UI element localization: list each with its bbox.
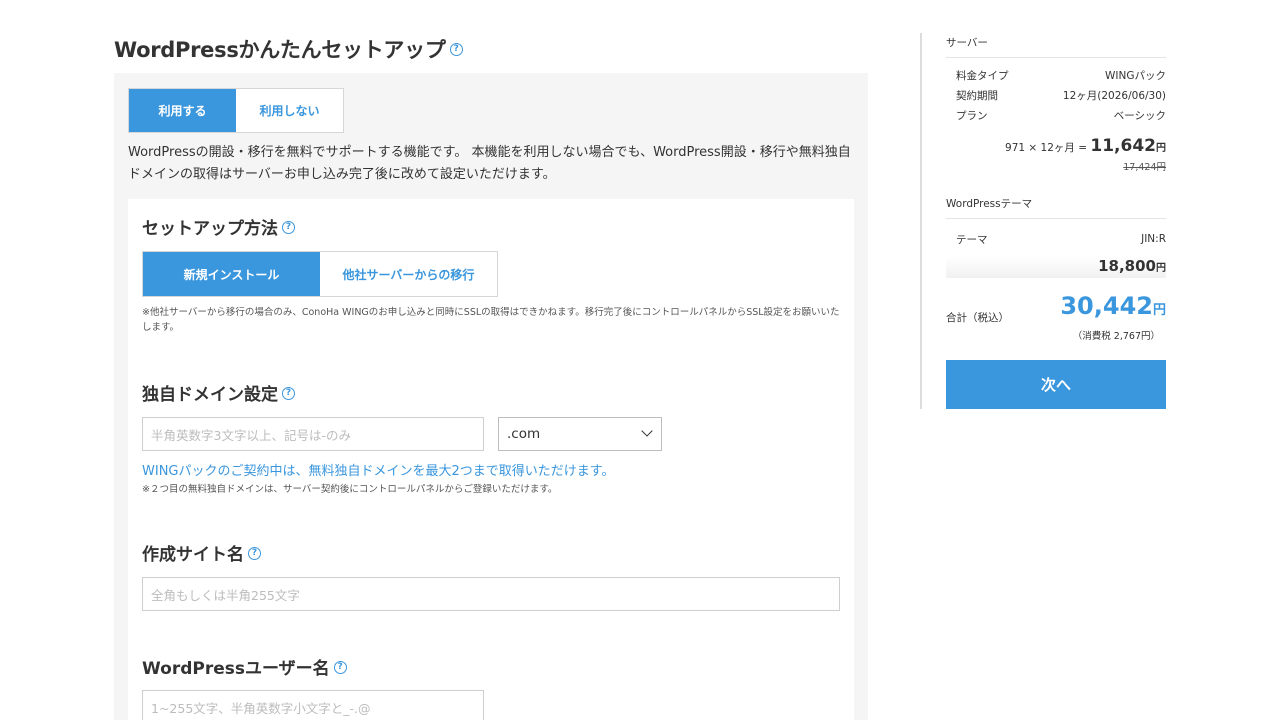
- help-icon[interactable]: ?: [248, 546, 261, 560]
- domain-input[interactable]: 半角英数字3文字以上、記号は-のみ: [142, 417, 484, 451]
- domain-setting-title-text: 独自ドメイン設定: [142, 385, 278, 405]
- summary-row: テーマ JIN:R: [946, 229, 1166, 249]
- total-amount: 30,442円: [1060, 292, 1166, 320]
- wp-username-title: WordPressユーザー名?: [142, 654, 347, 679]
- total-label: 合計（税込）: [946, 312, 1009, 324]
- yen-unit: 円: [1152, 303, 1166, 318]
- summary-row-value: ベーシック: [1113, 109, 1166, 122]
- summary-row-value: 12ヶ月(2026/06/30): [1062, 89, 1166, 102]
- summary-row-value: WINGパック: [1105, 69, 1166, 82]
- wp-username-placeholder: 1~255文字、半角英数字小文字と_-.@: [151, 700, 371, 716]
- domain-input-placeholder: 半角英数字3文字以上、記号は-のみ: [151, 427, 351, 443]
- page-title-text: WordPressかんたんセットアップ: [114, 38, 446, 62]
- page-title: WordPressかんたんセットアップ?: [114, 34, 463, 64]
- help-icon[interactable]: ?: [282, 386, 295, 400]
- migrate-button[interactable]: 他社サーバーからの移行: [320, 252, 497, 296]
- free-domain-promo: WINGパックのご契約中は、無料独自ドメインを最大2つまで取得いただけます。: [142, 464, 615, 479]
- summary-row-label: 契約期間: [956, 89, 998, 102]
- setup-method-title-text: セットアップ方法: [142, 219, 278, 239]
- server-heading: サーバー: [946, 35, 1166, 58]
- tld-select[interactable]: .com: [498, 417, 662, 451]
- yen-unit: 円: [1156, 263, 1166, 274]
- tld-select-value: .com: [507, 426, 541, 442]
- order-total: 合計（税込） 30,442円 （消費税 2,767円）: [946, 292, 1166, 344]
- sidebar-divider: [920, 33, 922, 409]
- theme-price: 18,800円: [946, 256, 1166, 275]
- total-amount-value: 30,442: [1060, 292, 1153, 320]
- theme-heading: WordPressテーマ: [946, 196, 1166, 219]
- migration-ssl-note: ※他社サーバーから移行の場合のみ、ConoHa WINGのお申し込みと同時にSS…: [142, 307, 840, 333]
- help-icon[interactable]: ?: [449, 42, 463, 56]
- wp-username-input[interactable]: 1~255文字、半角英数字小文字と_-.@: [142, 690, 484, 720]
- summary-row-label: プラン: [956, 109, 988, 122]
- use-option-button[interactable]: 利用する: [129, 89, 236, 132]
- next-button[interactable]: 次へ: [946, 360, 1166, 409]
- order-summary-server: サーバー 料金タイプ WINGパック 契約期間 12ヶ月(2026/06/30)…: [946, 35, 1166, 173]
- no-use-option-button[interactable]: 利用しない: [236, 89, 343, 132]
- order-summary-theme: WordPressテーマ テーマ JIN:R: [946, 196, 1166, 249]
- tax-note: （消費税 2,767円）: [1072, 331, 1160, 342]
- help-icon[interactable]: ?: [282, 220, 295, 234]
- server-price-calc: 971 × 12ヶ月 = 11,642円: [946, 136, 1166, 156]
- summary-row: プラン ベーシック: [946, 105, 1166, 125]
- summary-row-label: テーマ: [956, 233, 988, 246]
- help-icon[interactable]: ?: [333, 660, 347, 674]
- site-name-title-text: 作成サイト名: [142, 545, 244, 565]
- wp-username-title-text: WordPressユーザー名: [142, 659, 330, 679]
- feature-description: WordPressの開設・移行を無料でサポートする機能です。 本機能を利用しない…: [128, 145, 851, 182]
- setup-method-title: セットアップ方法?: [142, 214, 295, 239]
- site-name-placeholder: 全角もしくは半角255文字: [151, 587, 300, 603]
- yen-unit: 円: [1156, 143, 1166, 154]
- site-name-input[interactable]: 全角もしくは半角255文字: [142, 577, 840, 611]
- site-name-title: 作成サイト名?: [142, 540, 261, 565]
- summary-row-label: 料金タイプ: [956, 69, 1009, 82]
- theme-price-value: 18,800: [1098, 257, 1156, 275]
- summary-row-value: JIN:R: [1141, 233, 1166, 245]
- setup-method-toggle: 新規インストール 他社サーバーからの移行: [142, 251, 498, 297]
- server-price-total: 11,642: [1090, 136, 1156, 156]
- domain-setting-title: 独自ドメイン設定?: [142, 380, 295, 405]
- use-toggle: 利用する 利用しない: [128, 88, 344, 133]
- summary-row: 契約期間 12ヶ月(2026/06/30): [946, 85, 1166, 105]
- original-price: 17,424円: [1123, 162, 1166, 173]
- new-install-button[interactable]: 新規インストール: [143, 252, 320, 296]
- chevron-down-icon: [641, 425, 653, 437]
- second-domain-note: ※２つ目の無料独自ドメインは、サーバー契約後にコントロールパネルからご登録いただ…: [142, 484, 558, 495]
- price-calc-prefix: 971 × 12ヶ月 =: [1005, 142, 1091, 154]
- summary-row: 料金タイプ WINGパック: [946, 65, 1166, 85]
